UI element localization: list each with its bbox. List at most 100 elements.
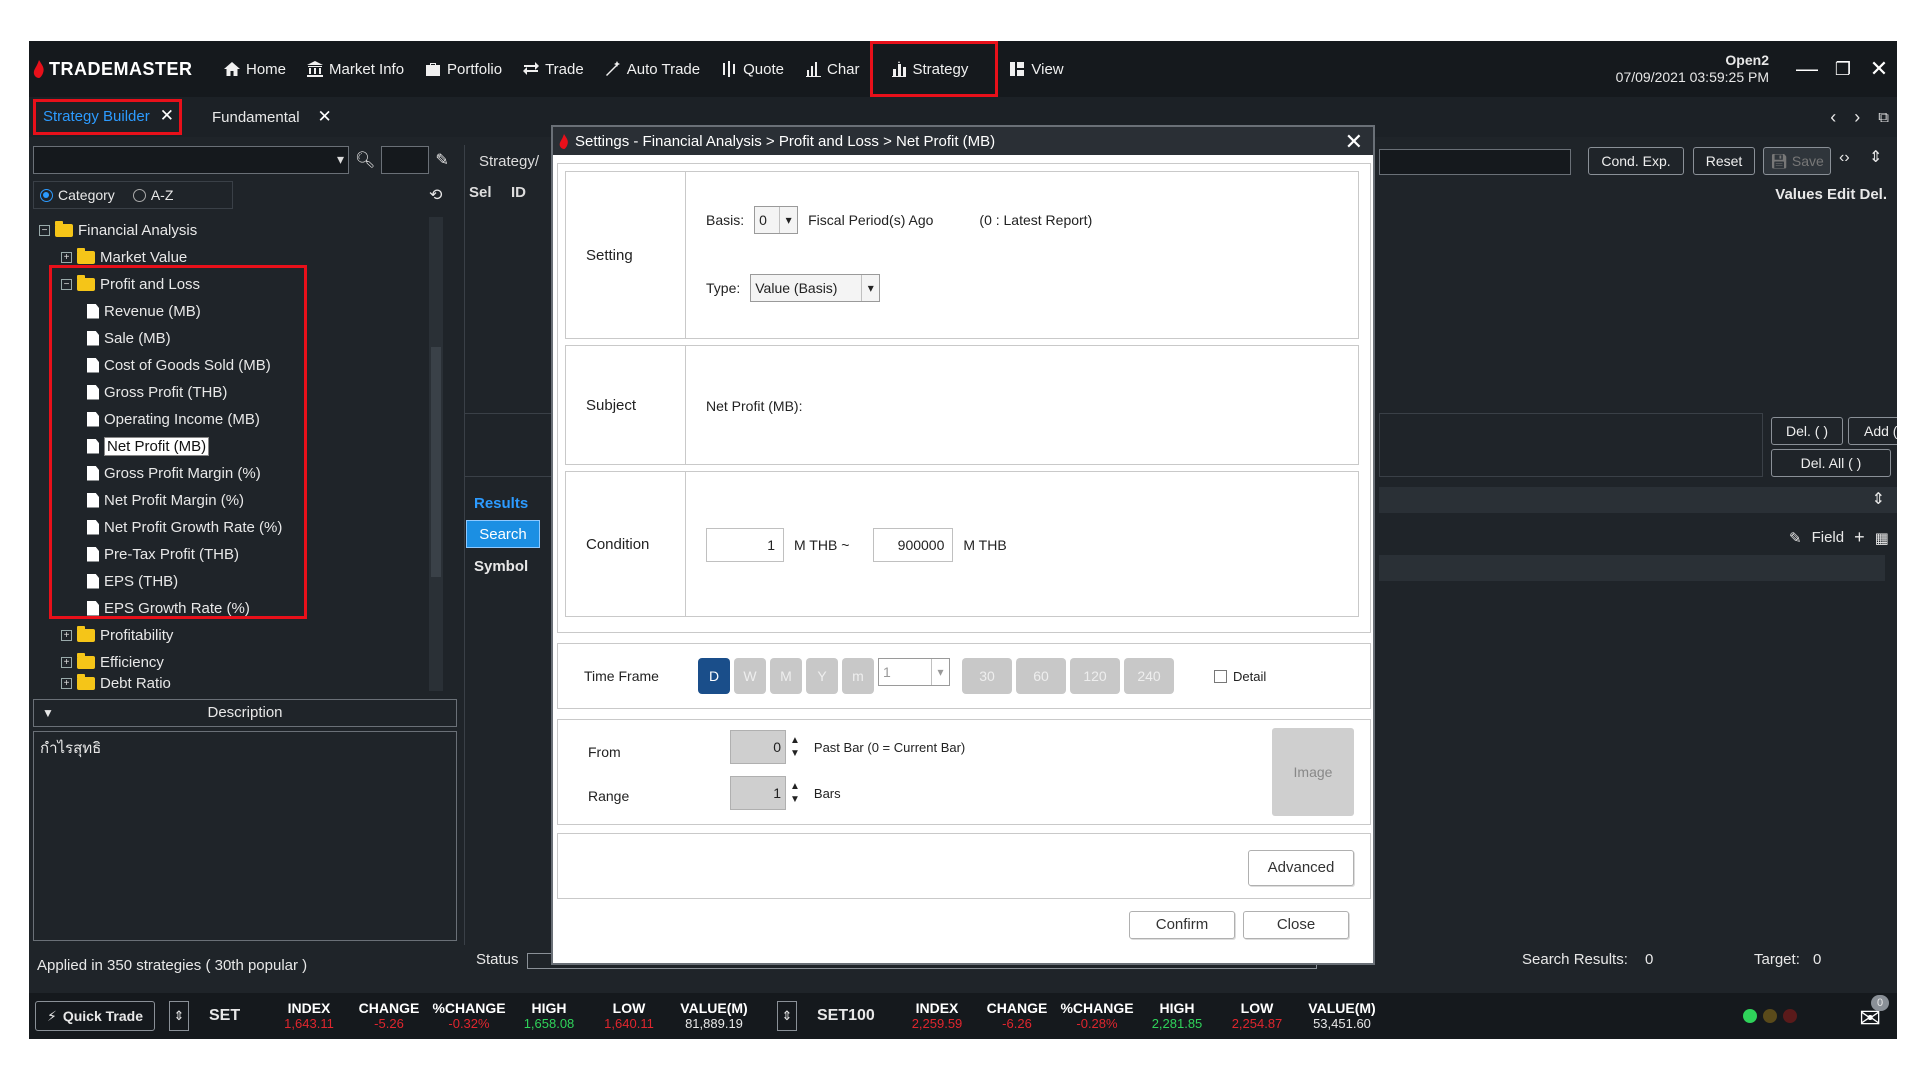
tree-debt-ratio[interactable]: + Debt Ratio	[61, 672, 171, 694]
refresh-icon[interactable]: ⟲	[429, 185, 442, 205]
menu-quote[interactable]: Quote	[710, 41, 794, 97]
tree-item-gross-profit[interactable]: Gross Profit (THB)	[87, 381, 227, 403]
tf-year-button[interactable]: Y	[806, 658, 838, 694]
tree-item-net-profit-growth[interactable]: Net Profit Growth Rate (%)	[87, 516, 282, 538]
tf-minute-button[interactable]: m	[842, 658, 874, 694]
tree-item-pre-tax-profit[interactable]: Pre-Tax Profit (THB)	[87, 543, 239, 565]
search-icon[interactable]: 🔍︎	[355, 150, 375, 170]
sort-icon[interactable]: ⇕	[1872, 489, 1885, 509]
tree-financial-analysis[interactable]: − Financial Analysis	[39, 219, 197, 241]
tree-item-operating-income[interactable]: Operating Income (MB)	[87, 408, 260, 430]
basis-dropdown[interactable]: 0 ▾	[754, 206, 799, 234]
save-button[interactable]: 💾︎ Save	[1763, 147, 1831, 175]
menu-trade[interactable]: Trade	[512, 41, 594, 97]
category-combo[interactable]	[33, 146, 349, 174]
menu-view[interactable]: View	[998, 41, 1073, 97]
tree-item-net-profit[interactable]: Net Profit (MB)	[87, 435, 210, 457]
tree-item-gross-profit-margin[interactable]: Gross Profit Margin (%)	[87, 462, 261, 484]
add-button[interactable]: Add ( )	[1848, 417, 1897, 445]
type-dropdown[interactable]: Value (Basis) ▾	[750, 274, 881, 302]
close-tab-icon[interactable]: ✕	[160, 106, 174, 126]
tf-60-button[interactable]: 60	[1016, 658, 1066, 694]
quick-trade-button[interactable]: ⚡︎ Quick Trade	[35, 1001, 155, 1031]
advanced-button[interactable]: Advanced	[1248, 850, 1354, 886]
condition-max-input[interactable]: 900000	[873, 528, 954, 562]
pencil-icon[interactable]: ✎	[1789, 529, 1802, 547]
collapse-icon[interactable]: −	[61, 278, 72, 290]
sort-icon[interactable]: ⇕	[1869, 147, 1882, 167]
expand-icon[interactable]: +	[61, 677, 72, 689]
results-tab[interactable]: Results	[464, 491, 554, 516]
del-button[interactable]: Del. ( )	[1771, 417, 1843, 445]
market-switch-button[interactable]: ⇕	[777, 1001, 797, 1031]
menu-auto-trade[interactable]: Auto Trade	[594, 41, 710, 97]
del-all-button[interactable]: Del. All ( )	[1771, 449, 1891, 477]
tf-120-button[interactable]: 120	[1070, 658, 1120, 694]
dialog-title-bar[interactable]: Settings - Financial Analysis > Profit a…	[553, 127, 1373, 155]
reset-button[interactable]: Reset	[1693, 147, 1755, 175]
tf-day-button[interactable]: D	[698, 658, 730, 694]
radio-category[interactable]: Category	[40, 187, 115, 203]
tree-profitability[interactable]: + Profitability	[61, 624, 173, 646]
tree-efficiency[interactable]: + Efficiency	[61, 651, 164, 673]
menu-market-info[interactable]: Market Info	[296, 41, 414, 97]
tf-minute-select[interactable]: 1 ▾	[878, 658, 950, 686]
menu-strategy[interactable]: Strategy	[869, 41, 999, 97]
tree-item-sale[interactable]: Sale (MB)	[87, 327, 171, 349]
grid-icon[interactable]: ▦	[1875, 529, 1889, 547]
scroll-thumb[interactable]	[431, 347, 441, 577]
tf-30-button[interactable]: 30	[962, 658, 1012, 694]
tree-item-revenue[interactable]: Revenue (MB)	[87, 300, 201, 322]
filter-input[interactable]	[381, 146, 430, 174]
tree-item-cogs[interactable]: Cost of Goods Sold (MB)	[87, 354, 271, 376]
stepper-up-icon[interactable]: ▲	[790, 780, 800, 793]
range-input[interactable]: 1	[730, 776, 786, 810]
image-button[interactable]: Image	[1272, 728, 1354, 816]
market-switch-button[interactable]: ⇕	[169, 1001, 189, 1031]
tree-profit-and-loss[interactable]: − Profit and Loss	[61, 273, 200, 295]
tree-scrollbar[interactable]	[429, 217, 443, 691]
minimize-button[interactable]: —	[1789, 56, 1825, 82]
chevron-left-icon[interactable]: ‹	[1830, 107, 1836, 128]
close-tab-icon[interactable]: ✕	[318, 107, 332, 127]
from-stepper[interactable]: ▲ ▼	[790, 734, 800, 760]
strategy-name-input[interactable]	[1379, 149, 1571, 175]
menu-home[interactable]: Home	[213, 41, 296, 97]
popout-icon[interactable]: ⧉	[1878, 109, 1889, 126]
stepper-down-icon[interactable]: ▼	[790, 747, 800, 760]
radio-az[interactable]: A-Z	[132, 187, 173, 203]
detail-checkbox[interactable]: Detail	[1214, 669, 1266, 684]
from-input[interactable]: 0	[730, 730, 786, 764]
wrench-icon[interactable]: ✎	[435, 150, 448, 170]
menu-chart[interactable]: Char	[794, 41, 870, 97]
stepper-down-icon[interactable]: ▼	[790, 793, 800, 806]
code-icon[interactable]: ‹›	[1839, 149, 1850, 167]
tab-fundamental[interactable]: Fundamental ✕	[202, 99, 342, 135]
tf-240-button[interactable]: 240	[1124, 658, 1174, 694]
restore-button[interactable]: ❐	[1825, 59, 1861, 80]
close-button[interactable]: Close	[1243, 911, 1349, 939]
field-button[interactable]: Field	[1812, 529, 1845, 546]
menu-portfolio[interactable]: Portfolio	[414, 41, 512, 97]
tf-week-button[interactable]: W	[734, 658, 766, 694]
confirm-button[interactable]: Confirm	[1129, 911, 1235, 939]
cond-exp-button[interactable]: Cond. Exp.	[1588, 147, 1684, 175]
expand-icon[interactable]: +	[61, 656, 72, 668]
close-icon[interactable]: ✕	[1345, 129, 1363, 155]
collapse-icon[interactable]: −	[39, 224, 50, 236]
plus-icon[interactable]: +	[1854, 527, 1865, 548]
tab-strategy-builder[interactable]: Strategy Builder ✕	[33, 99, 182, 135]
tree-item-eps-growth[interactable]: EPS Growth Rate (%)	[87, 597, 250, 619]
range-stepper[interactable]: ▲ ▼	[790, 780, 800, 806]
expand-icon[interactable]: +	[61, 251, 72, 263]
condition-min-input[interactable]: 1	[706, 528, 784, 562]
tree-item-eps[interactable]: EPS (THB)	[87, 570, 178, 592]
tf-month-button[interactable]: M	[770, 658, 802, 694]
tree-item-net-profit-margin[interactable]: Net Profit Margin (%)	[87, 489, 244, 511]
description-header[interactable]: ▼ Description	[33, 699, 457, 727]
expand-icon[interactable]: +	[61, 629, 72, 641]
chevron-right-icon[interactable]: ›	[1854, 107, 1860, 128]
stepper-up-icon[interactable]: ▲	[790, 734, 800, 747]
search-button[interactable]: Search	[466, 520, 540, 548]
close-window-button[interactable]: ✕	[1861, 56, 1897, 82]
